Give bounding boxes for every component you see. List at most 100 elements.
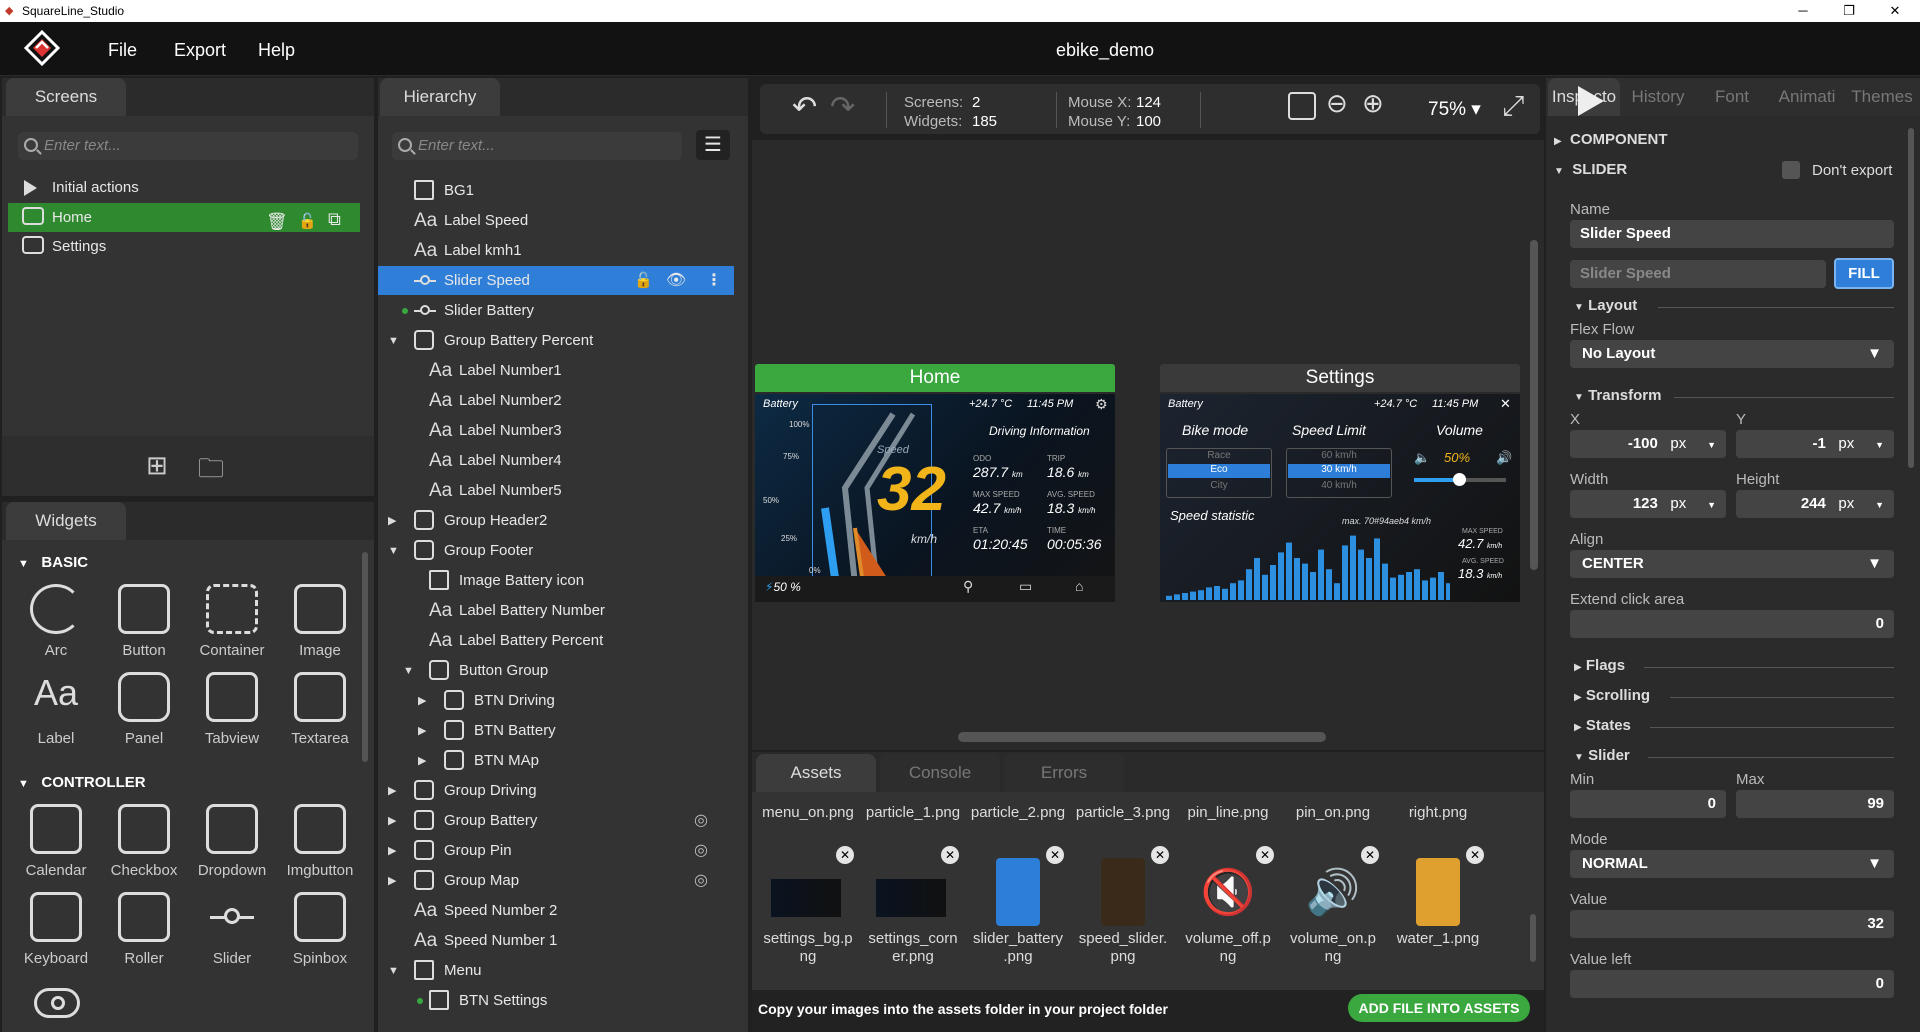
asset-item[interactable]: ✕ water_1.png (1388, 846, 1488, 966)
eye-hidden-icon[interactable]: ◎ (694, 806, 708, 835)
assets-scrollbar[interactable] (1530, 914, 1536, 962)
hierarchy-item[interactable]: Aa Speed Number 1 (378, 926, 734, 955)
section-controller[interactable]: ▼ CONTROLLER (18, 774, 146, 791)
undo-icon[interactable]: ↶ (792, 90, 817, 125)
play-icon[interactable] (1578, 86, 1604, 116)
asset-filename[interactable]: particle_3.png (1073, 804, 1173, 822)
hierarchy-item[interactable]: ▼ Menu (378, 956, 734, 985)
asset-filename[interactable]: menu_on.png (758, 804, 858, 822)
hierarchy-item[interactable]: Aa Speed Number 2 (378, 896, 734, 925)
widget-roller[interactable]: Roller (104, 892, 184, 967)
widget-label[interactable]: Aa Label (16, 672, 96, 747)
hierarchy-item[interactable]: ▼ Group Battery Percent (378, 326, 734, 355)
name-display-input[interactable]: Slider Speed (1570, 260, 1826, 288)
asset-filename[interactable]: particle_1.png (863, 804, 963, 822)
fullscreen-icon[interactable]: ⤢ (1502, 90, 1524, 123)
tab-font[interactable]: Font (1696, 78, 1768, 116)
add-file-button[interactable]: ADD FILE INTO ASSETS (1348, 994, 1530, 1022)
expand-down-icon[interactable]: ▼ (388, 327, 399, 356)
menu-help[interactable]: Help (258, 40, 295, 61)
folder-icon[interactable]: 🗀 (198, 450, 224, 494)
hierarchy-item[interactable]: Image Battery icon (378, 566, 734, 595)
expand-right-icon[interactable]: ▶ (418, 687, 426, 716)
mode-select[interactable]: NORMAL ▼ (1570, 850, 1894, 878)
asset-item[interactable]: ✕ 🔇 volume_off.p ng (1178, 846, 1278, 966)
hierarchy-item[interactable]: Aa Label Battery Number (378, 596, 734, 625)
asset-filename[interactable]: particle_2.png (968, 804, 1068, 822)
hierarchy-item[interactable]: Slider Battery (378, 296, 734, 325)
expand-right-icon[interactable]: ▶ (418, 717, 426, 746)
screen-item-home[interactable]: Home 🗑 🔓 ⧉ (8, 203, 360, 232)
y-input[interactable]: -1 px ▼ (1736, 430, 1894, 458)
widget-imgbutton[interactable]: Imgbutton (280, 804, 360, 879)
eye-icon[interactable]: 👁 (666, 266, 686, 295)
hierarchy-item[interactable]: ▶ Group Pin ◎ (378, 836, 734, 865)
remove-asset-button[interactable]: ✕ (836, 846, 854, 864)
hierarchy-item[interactable]: ▶ BTN Driving (378, 686, 734, 715)
add-screen-icon[interactable]: ⊞ (146, 450, 168, 481)
expand-down-icon[interactable]: ▼ (388, 537, 399, 566)
asset-item[interactable]: ✕ slider_battery .png (968, 846, 1068, 966)
eye-hidden-icon[interactable]: ◎ (694, 866, 708, 895)
expand-down-icon[interactable]: ▼ (388, 957, 399, 986)
expand-right-icon[interactable]: ▶ (388, 507, 396, 536)
hierarchy-item[interactable]: ▼ Group Footer (378, 536, 734, 565)
tab-assets[interactable]: Assets (756, 754, 876, 792)
hierarchy-item[interactable]: ▼ Button Group (378, 656, 734, 685)
hierarchy-item[interactable]: Aa Label Speed (378, 206, 734, 235)
section-flags[interactable]: ▶ Flags (1574, 657, 1625, 674)
hierarchy-item[interactable]: ▶ Group Map ◎ (378, 866, 734, 895)
max-input[interactable]: 99 (1736, 790, 1894, 818)
remove-asset-button[interactable]: ✕ (1046, 846, 1064, 864)
hierarchy-item[interactable]: Aa Label Number5 (378, 476, 734, 505)
remove-asset-button[interactable]: ✕ (1256, 846, 1274, 864)
tab-widgets[interactable]: Widgets (6, 502, 126, 540)
name-input[interactable]: Slider Speed (1570, 220, 1894, 248)
widget-spinbox[interactable]: Spinbox (280, 892, 360, 967)
expand-right-icon[interactable]: ▶ (388, 807, 396, 836)
align-select[interactable]: CENTER ▼ (1570, 550, 1894, 578)
section-slider-props[interactable]: ▼ Slider (1574, 747, 1630, 764)
section-component[interactable]: ▶ COMPONENT (1554, 131, 1668, 148)
hierarchy-item[interactable]: BTN Settings (378, 986, 734, 1015)
zoom-select[interactable]: 75% ▾ (1428, 98, 1481, 121)
widget-image[interactable]: Image (280, 584, 360, 659)
asset-filename[interactable]: pin_on.png (1283, 804, 1383, 822)
hierarchy-item[interactable]: Aa Label Number2 (378, 386, 734, 415)
widget-checkbox[interactable]: Checkbox (104, 804, 184, 879)
widget-slider[interactable]: Slider (192, 892, 272, 967)
inspector-scrollbar[interactable] (1908, 128, 1914, 468)
widget-arc[interactable]: Arc (16, 584, 96, 659)
flex-flow-select[interactable]: No Layout ▼ (1570, 340, 1894, 368)
widget-textarea[interactable]: Textarea (280, 672, 360, 747)
eye-hidden-icon[interactable]: ◎ (694, 836, 708, 865)
remove-asset-button[interactable]: ✕ (1466, 846, 1484, 864)
zoom-out-icon[interactable]: ⊖ (1326, 88, 1348, 119)
hierarchy-item[interactable]: Slider Speed 🔓 👁 ⋮ (378, 266, 734, 295)
tab-errors[interactable]: Errors (1004, 754, 1124, 792)
canvas-vscrollbar[interactable] (1530, 240, 1538, 570)
screen-home-preview[interactable]: Battery +24.7 °C 11:45 PM ⚙ Driving Info… (755, 394, 1115, 602)
tab-themes[interactable]: Themes (1846, 78, 1918, 116)
hierarchy-search-input[interactable]: Enter text... (392, 132, 682, 160)
unlock-icon[interactable]: 🔓 (634, 266, 653, 295)
expand-right-icon[interactable]: ▶ (418, 747, 426, 776)
hierarchy-item[interactable]: ▶ BTN Battery (378, 716, 734, 745)
section-transform[interactable]: ▼ Transform (1574, 387, 1661, 404)
screen-home-title[interactable]: Home (755, 364, 1115, 392)
remove-asset-button[interactable]: ✕ (941, 846, 959, 864)
expand-down-icon[interactable]: ▼ (403, 657, 414, 686)
section-slider[interactable]: ▼ SLIDER (1554, 161, 1627, 178)
tab-console[interactable]: Console (880, 754, 1000, 792)
hierarchy-item[interactable]: ▶ Group Battery ◎ (378, 806, 734, 835)
hierarchy-item[interactable]: Aa Label kmh1 (378, 236, 734, 265)
asset-item[interactable]: ✕ settings_bg.p ng (758, 846, 858, 966)
section-scrolling[interactable]: ▶ Scrolling (1574, 687, 1650, 704)
tab-history[interactable]: History (1622, 78, 1694, 116)
canvas-area[interactable]: Home Battery +24.7 °C 11:45 PM ⚙ Driving… (752, 140, 1544, 750)
screen-settings-title[interactable]: Settings (1160, 364, 1520, 392)
screens-search-input[interactable]: Enter text... (18, 132, 358, 160)
remove-asset-button[interactable]: ✕ (1361, 846, 1379, 864)
width-input[interactable]: 123 px ▼ (1570, 490, 1726, 518)
fit-image-icon[interactable] (1288, 92, 1316, 120)
